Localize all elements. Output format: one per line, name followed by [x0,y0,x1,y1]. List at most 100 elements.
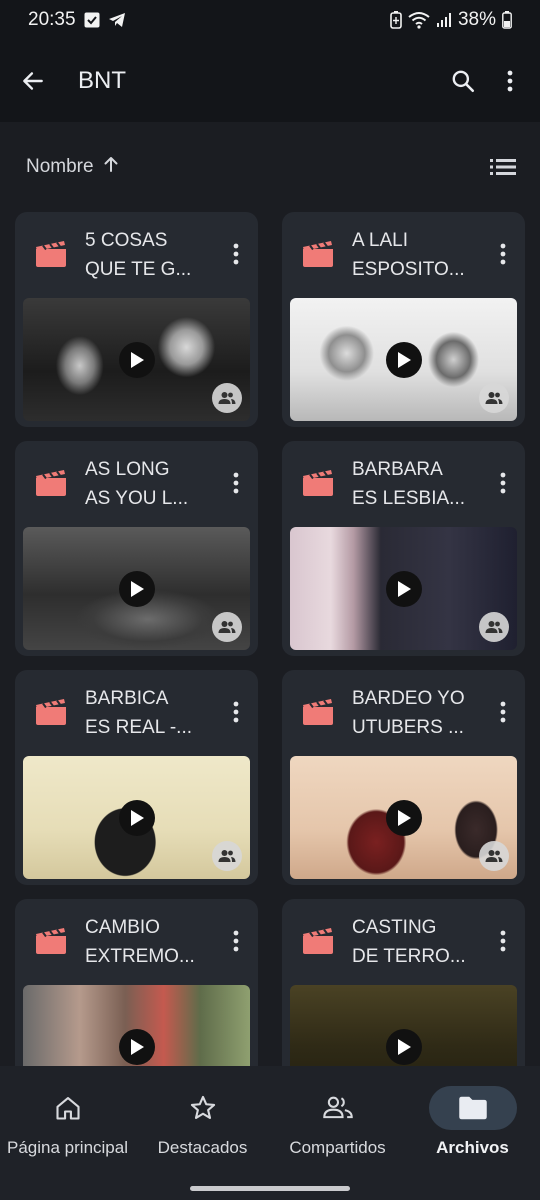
nav-label: Compartidos [289,1138,386,1157]
file-card[interactable]: AS LONG AS YOU L... [15,441,258,656]
play-icon[interactable] [118,1028,155,1065]
play-icon[interactable] [385,341,422,378]
file-name-line: ESPOSITO... [352,259,465,280]
list-view-icon[interactable] [490,158,516,176]
file-name-line: BARDEO YO [352,688,465,709]
bottom-navigation: Página principal Destacados Compartidos … [0,1066,540,1174]
file-name: BARDEO YO UTUBERS ... [352,684,472,742]
file-name: BARBICA ES REAL -... [85,684,205,742]
file-name-line: BARBICA [85,688,169,709]
battery-percent: 38% [457,9,496,30]
video-file-icon [35,469,67,497]
shared-people-icon [212,841,242,871]
file-card-header: AS LONG AS YOU L... [15,441,258,527]
gesture-handle[interactable] [190,1186,350,1191]
file-card[interactable]: BARBARA ES LESBIA... [282,441,525,656]
file-card-header: BARBARA ES LESBIA... [282,441,525,527]
video-thumbnail[interactable] [23,985,250,1066]
file-card-header: 5 COSAS QUE TE G... [15,212,258,298]
video-thumbnail[interactable] [290,527,517,650]
video-file-icon [302,469,334,497]
more-options-icon[interactable] [491,927,515,955]
home-icon [24,1086,112,1130]
file-card[interactable]: CASTING DE TERRO... [282,899,525,1066]
file-card-header: BARBICA ES REAL -... [15,670,258,756]
video-thumbnail[interactable] [23,298,250,421]
star-icon [159,1086,247,1130]
shared-people-icon [479,841,509,871]
shared-people-icon [479,383,509,413]
video-file-icon [35,240,67,268]
video-file-icon [35,698,67,726]
play-icon[interactable] [118,570,155,607]
sort-button[interactable]: Nombre [26,155,120,179]
file-name-line: BARBARA [352,459,443,480]
nav-label: Página principal [7,1138,128,1157]
file-name-line: AS YOU L... [85,488,189,509]
play-icon[interactable] [385,570,422,607]
more-options-icon[interactable] [224,240,248,268]
file-grid: 5 COSAS QUE TE G... A LALI ESPOSITO... A… [15,212,525,1066]
video-file-icon [302,927,334,955]
more-options-icon[interactable] [506,69,514,93]
video-thumbnail[interactable] [290,756,517,879]
file-card[interactable]: A LALI ESPOSITO... [282,212,525,427]
clock: 20:35 [28,9,76,30]
arrow-up-icon [102,155,120,179]
file-card-header: CAMBIO EXTREMO... [15,899,258,985]
wifi-icon [408,11,430,29]
nav-item-folder[interactable]: Archivos [405,1066,540,1174]
shared-people-icon [212,383,242,413]
file-name-line: EXTREMO... [85,946,195,967]
nav-item-star[interactable]: Destacados [135,1066,270,1174]
video-thumbnail[interactable] [290,985,517,1066]
video-thumbnail[interactable] [23,756,250,879]
file-card-header: CASTING DE TERRO... [282,899,525,985]
folder-icon [428,1086,517,1130]
nav-item-people[interactable]: Compartidos [270,1066,405,1174]
play-icon[interactable] [118,341,155,378]
file-name: CAMBIO EXTREMO... [85,913,205,971]
play-icon[interactable] [385,1028,422,1065]
video-file-icon [302,240,334,268]
file-card[interactable]: 5 COSAS QUE TE G... [15,212,258,427]
play-icon[interactable] [118,799,155,836]
file-name: BARBARA ES LESBIA... [352,455,472,513]
file-name-line: CAMBIO [85,917,160,938]
nav-label: Destacados [157,1138,248,1157]
file-name-line: DE TERRO... [352,946,466,967]
more-options-icon[interactable] [224,469,248,497]
file-card[interactable]: BARBICA ES REAL -... [15,670,258,885]
video-file-icon [302,698,334,726]
people-icon [294,1086,382,1130]
more-options-icon[interactable] [491,469,515,497]
app-bar: BNT [0,40,540,122]
file-card[interactable]: BARDEO YO UTUBERS ... [282,670,525,885]
nav-item-home[interactable]: Página principal [0,1066,135,1174]
video-file-icon [35,927,67,955]
more-options-icon[interactable] [491,240,515,268]
file-name: AS LONG AS YOU L... [85,455,205,513]
video-thumbnail[interactable] [23,527,250,650]
battery-icon [502,11,512,29]
file-name-line: UTUBERS ... [352,717,464,738]
file-name: 5 COSAS QUE TE G... [85,226,205,284]
more-options-icon[interactable] [491,698,515,726]
file-browser: Nombre 5 COSAS QUE TE G... A LALI ESPOSI… [0,122,540,1066]
back-arrow-icon[interactable] [20,68,46,94]
play-icon[interactable] [385,799,422,836]
telegram-icon [108,12,126,28]
file-name: CASTING DE TERRO... [352,913,472,971]
checkbox-notification-icon [84,12,100,28]
file-name: A LALI ESPOSITO... [352,226,472,284]
battery-saver-icon [390,11,402,29]
video-thumbnail[interactable] [290,298,517,421]
more-options-icon[interactable] [224,698,248,726]
more-options-icon[interactable] [224,927,248,955]
status-bar: 20:35 38% [0,0,540,40]
nav-label: Archivos [436,1138,509,1157]
file-name-line: QUE TE G... [85,259,192,280]
search-icon[interactable] [450,68,476,94]
file-name-line: CASTING [352,917,437,938]
file-card[interactable]: CAMBIO EXTREMO... [15,899,258,1066]
